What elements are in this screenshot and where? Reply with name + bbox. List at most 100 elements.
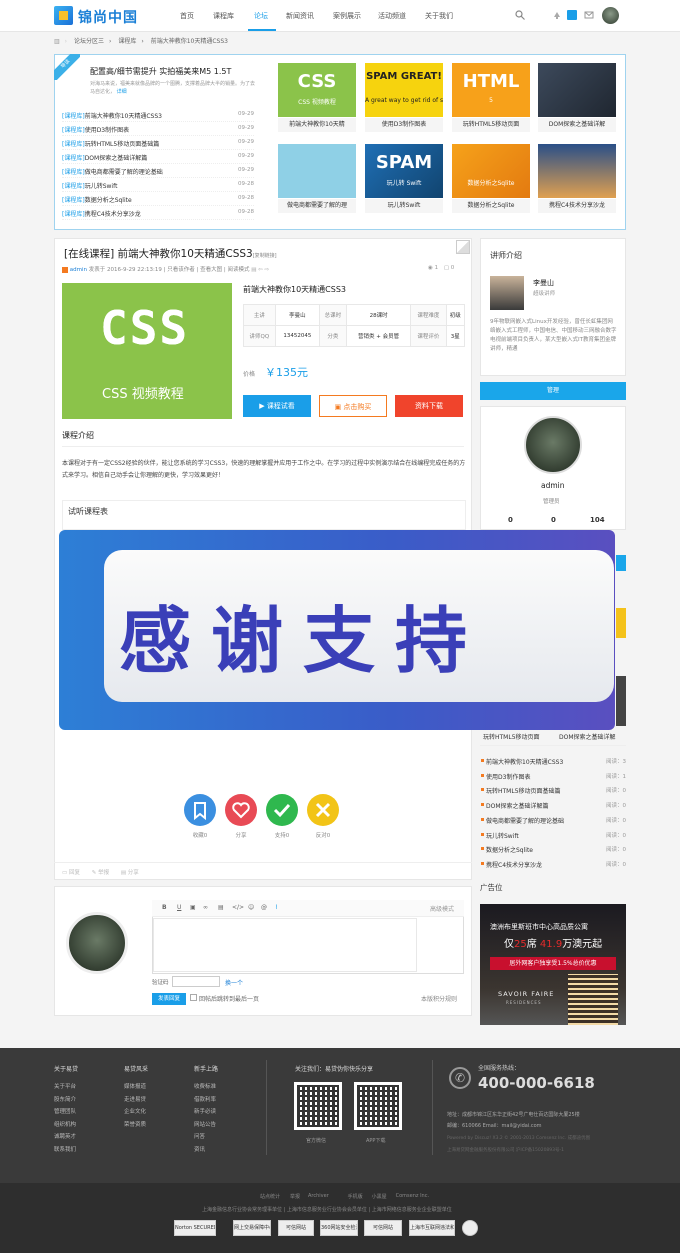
footer-link[interactable]: 问答 [194, 1132, 205, 1140]
news-item[interactable]: [课程库]数据分析之Sqlite 09-28 [62, 192, 254, 206]
footer-link[interactable]: 资讯 [194, 1145, 205, 1153]
trust-badge[interactable]: 可信网站 [364, 1220, 402, 1236]
submit-reply-button[interactable]: 发表回复 [152, 993, 186, 1005]
nav-forum[interactable]: 论坛 [254, 11, 268, 21]
copy-link[interactable]: [复制链接] [253, 253, 277, 259]
crumb-courses[interactable]: 课程库 [118, 38, 136, 45]
image-icon[interactable]: ▣ [190, 904, 196, 911]
emoji-icon[interactable]: ☺ [248, 904, 254, 911]
footer-link[interactable]: 企业文化 [124, 1107, 146, 1115]
nav-about[interactable]: 关于我们 [425, 11, 453, 21]
share-link[interactable]: ▤ 分享 [121, 870, 139, 876]
footer-link[interactable]: 股东简介 [54, 1095, 76, 1103]
user-avatar[interactable] [602, 7, 619, 24]
nav-events[interactable]: 活动频道 [378, 11, 406, 21]
teacher-name[interactable]: 李曼山 [533, 278, 554, 288]
trust-badge[interactable]: 网上交易保障中心 [233, 1220, 271, 1236]
search-icon[interactable] [515, 10, 525, 20]
side-list-item[interactable]: 前端大神教你10天精通CSS3 阅读：3 [480, 754, 626, 768]
news-item[interactable]: [课程库]玩儿转Swift 09-28 [62, 178, 254, 192]
nav-home[interactable]: 首页 [180, 11, 194, 21]
admin-avatar[interactable] [524, 416, 582, 474]
captcha-input[interactable] [172, 976, 220, 987]
side-list-item[interactable]: 玩转HTML5移动页面基础篇 阅读：0 [480, 783, 626, 797]
reply-textarea[interactable] [153, 918, 417, 972]
captcha-change-link[interactable]: 换一个 [225, 978, 243, 987]
side-thumb-caption-1[interactable]: 玩转HTML5移动页面 [483, 732, 540, 741]
course-thumb[interactable]: 数据分析之Sqlite 数据分析之Sqlite [452, 144, 530, 213]
trust-badge[interactable]: 360网站安全检测 [320, 1220, 358, 1236]
support-button[interactable] [266, 794, 298, 826]
side-list-item[interactable]: DOM探索之基础详解篇 阅读：0 [480, 798, 626, 812]
footer-link[interactable]: 收费标准 [194, 1082, 216, 1090]
oppose-button[interactable] [307, 794, 339, 826]
notification-icon[interactable] [567, 10, 577, 20]
footer-bottom-link[interactable]: 站点统计 [260, 1193, 280, 1200]
footer-link[interactable]: 联系我们 [54, 1145, 76, 1153]
footer-bottom-link[interactable]: 手机版 [348, 1193, 363, 1200]
reply-link[interactable]: ▭ 回复 [62, 870, 80, 876]
footer-link[interactable]: 媒体报道 [124, 1082, 146, 1090]
footer-bottom-link[interactable]: Archiver [308, 1193, 329, 1199]
site-logo[interactable]: 锦尚中国 [54, 6, 144, 26]
footer-link[interactable]: 组织机构 [54, 1120, 76, 1128]
trust-badge[interactable]: 上海市互联网违法和不良信息举报中心 [409, 1220, 455, 1236]
course-thumb[interactable]: 携程C4技术分享沙龙 [538, 144, 616, 213]
author-link[interactable]: admin [70, 267, 87, 273]
news-item[interactable]: [课程库]前端大神教你10天精通CSS3 09-29 [62, 108, 254, 122]
news-item[interactable]: [课程库]DOM探索之基础详解篇 09-29 [62, 150, 254, 164]
message-icon[interactable] [552, 10, 562, 20]
footer-link[interactable]: 新手必读 [194, 1107, 216, 1115]
manage-button[interactable]: 管理 [480, 382, 626, 400]
trust-badge[interactable]: 可信网站 [278, 1220, 314, 1236]
nav-cases[interactable]: 案例展示 [333, 11, 361, 21]
news-item[interactable]: [课程库]玩转HTML5移动页面基础篇 09-29 [62, 136, 254, 150]
footer-link[interactable]: 走进易贷 [124, 1095, 146, 1103]
side-list-item[interactable]: 携程C4技术分享沙龙 阅读：0 [480, 857, 626, 871]
trust-badge[interactable]: Norton SECURED [174, 1220, 216, 1236]
admin-name[interactable]: admin [541, 481, 565, 490]
footer-link[interactable]: 诚聘英才 [54, 1132, 76, 1140]
footer-link[interactable]: 荣誉资质 [124, 1120, 146, 1128]
ad-banner[interactable]: 澳洲布里斯班市中心高品质公寓 仅25席 41.9万澳元起 居外网客户独享受1.5… [480, 904, 626, 1025]
footer-bottom-link[interactable]: 小黑屋 [372, 1193, 387, 1200]
course-thumb[interactable]: SPAM GREAT!A great way to get rid of spa… [365, 63, 443, 132]
at-icon[interactable]: @ [261, 904, 267, 911]
footer-link[interactable]: 管理团队 [54, 1107, 76, 1115]
course-thumb[interactable]: DOM探索之基础详解 [538, 63, 616, 132]
course-thumb[interactable]: CSS CSS 视频教程 前端大神教你10天精 [278, 63, 356, 132]
favorite-button[interactable] [184, 794, 216, 826]
side-thumb-caption-2[interactable]: DOM探索之基础详解 [559, 732, 616, 741]
news-item[interactable]: [课程库]做电商都需要了解的理论基础 09-29 [62, 164, 254, 178]
print-icon[interactable]: ▤ ⇦ ⇨ [251, 267, 269, 273]
jump-last-checkbox[interactable] [190, 994, 197, 1001]
featured-more-link[interactable]: 详细 [117, 89, 127, 95]
footer-link[interactable]: 借款利率 [194, 1095, 216, 1103]
nav-news[interactable]: 新闻资讯 [286, 11, 314, 21]
report-link[interactable]: ✎ 举报 [92, 870, 109, 876]
news-item[interactable]: [课程库]使用D3制作图表 09-29 [62, 122, 254, 136]
code-icon[interactable]: </> [232, 904, 244, 911]
link-icon[interactable]: ∞ [203, 904, 208, 911]
course-thumb[interactable]: 做电商都需要了解的理 [278, 144, 356, 213]
trust-badge[interactable] [462, 1220, 478, 1236]
side-list-item[interactable]: 做电商都需要了解的理论基础 阅读：0 [480, 813, 626, 827]
course-thumb[interactable]: HTML 5 玩转HTML5移动页面 [452, 63, 530, 132]
credit-rules-link[interactable]: 本版积分规则 [421, 994, 457, 1003]
crumb-forum[interactable]: 论坛分区三 [74, 38, 104, 45]
side-list-item[interactable]: 数据分析之Sqlite 阅读：0 [480, 842, 626, 856]
nav-courses[interactable]: 课程库 [213, 11, 234, 21]
side-list-item[interactable]: 使用D3制作图表 阅读：1 [480, 769, 626, 783]
buy-button[interactable]: ▣ 点击购买 [319, 395, 387, 417]
home-icon[interactable]: ▥ [54, 38, 60, 45]
attach-icon[interactable]: ⌇ [275, 904, 278, 911]
download-button[interactable]: 资料下载 [395, 395, 463, 417]
footer-link[interactable]: 网站公告 [194, 1120, 216, 1128]
footer-link[interactable]: 关于平台 [54, 1082, 76, 1090]
mail-icon[interactable] [584, 10, 594, 20]
share-button[interactable] [225, 794, 257, 826]
try-course-button[interactable]: ▶ 课程试看 [243, 395, 311, 417]
underline-icon[interactable]: U [177, 904, 181, 911]
quote-icon[interactable]: ▤ [218, 904, 224, 911]
course-thumb[interactable]: SPAM 玩儿转 Swift 玩儿转Swift [365, 144, 443, 213]
